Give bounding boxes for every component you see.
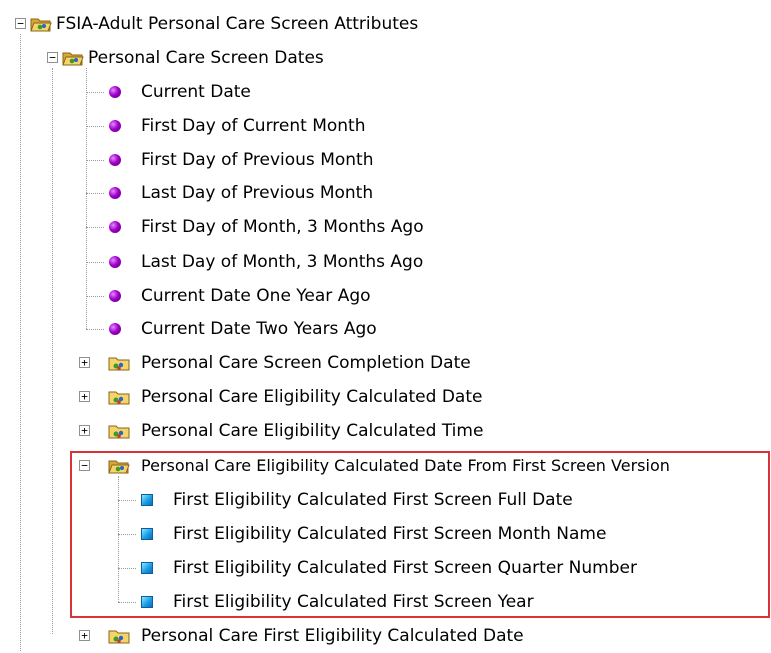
column-square-icon	[141, 562, 153, 574]
tree-node-label: Personal Care Screen Completion Date	[141, 353, 471, 373]
folder-open-icon	[62, 52, 84, 66]
tree-node-eligibility-time[interactable]: + Personal Care Eligibility Calculated T…	[0, 414, 560, 448]
attribute-tree: − FSIA-Adult Personal Care Screen Attrib…	[0, 0, 771, 651]
tree-leaf-attribute[interactable]: First Eligibility Calculated First Scree…	[0, 517, 660, 551]
collapse-toggle[interactable]: −	[47, 52, 58, 63]
folder-closed-icon	[108, 357, 130, 371]
tree-leaf-date[interactable]: Current Date Two Years Ago	[0, 312, 440, 346]
expand-toggle[interactable]: +	[79, 630, 90, 641]
tree-node-label: First Day of Month, 3 Months Ago	[141, 217, 424, 237]
tree-leaf-date[interactable]: First Day of Current Month	[0, 109, 440, 143]
tree-node-dates-folder[interactable]: − Personal Care Screen Dates	[0, 41, 420, 75]
tree-node-label: Current Date One Year Ago	[141, 286, 371, 306]
tree-node-label: Last Day of Previous Month	[141, 183, 374, 203]
attribute-bullet-icon	[109, 290, 121, 302]
collapse-toggle[interactable]: −	[15, 18, 26, 29]
tree-node-label: First Day of Current Month	[141, 116, 366, 136]
tree-node-label: Current Date	[141, 82, 251, 102]
tree-node-label: First Eligibility Calculated First Scree…	[173, 490, 573, 510]
expand-toggle[interactable]: +	[79, 357, 90, 368]
column-square-icon	[141, 494, 153, 506]
tree-node-eligibility-date[interactable]: + Personal Care Eligibility Calculated D…	[0, 380, 560, 414]
tree-node-label: Current Date Two Years Ago	[141, 319, 377, 339]
folder-closed-icon	[108, 425, 130, 439]
attribute-bullet-icon	[109, 187, 121, 199]
tree-node-label: Personal Care Eligibility Calculated Dat…	[141, 387, 483, 407]
tree-leaf-attribute[interactable]: First Eligibility Calculated First Scree…	[0, 483, 660, 517]
attribute-bullet-icon	[109, 86, 121, 98]
tree-node-label: Personal Care Eligibility Calculated Tim…	[141, 421, 484, 441]
attribute-bullet-icon	[109, 154, 121, 166]
attribute-bullet-icon	[109, 120, 121, 132]
tree-leaf-attribute[interactable]: First Eligibility Calculated First Scree…	[0, 551, 700, 585]
tree-node-completion-date[interactable]: + Personal Care Screen Completion Date	[0, 346, 560, 380]
tree-node-root[interactable]: − FSIA-Adult Personal Care Screen Attrib…	[0, 7, 520, 41]
tree-node-label: Last Day of Month, 3 Months Ago	[141, 252, 424, 272]
tree-node-first-eligibility-date[interactable]: + Personal Care First Eligibility Calcul…	[0, 619, 600, 653]
tree-node-label: Personal Care Eligibility Calculated Dat…	[141, 456, 670, 475]
tree-leaf-date[interactable]: First Day of Previous Month	[0, 143, 440, 177]
folder-open-icon	[30, 18, 52, 32]
expand-toggle[interactable]: +	[79, 391, 90, 402]
tree-node-label: First Eligibility Calculated First Scree…	[173, 524, 607, 544]
attribute-bullet-icon	[109, 221, 121, 233]
expand-toggle[interactable]: +	[79, 425, 90, 436]
tree-node-first-screen-version[interactable]: − Personal Care Eligibility Calculated D…	[0, 449, 769, 483]
attribute-bullet-icon	[109, 323, 121, 335]
column-square-icon	[141, 528, 153, 540]
tree-node-label: First Eligibility Calculated First Scree…	[173, 592, 534, 612]
tree-leaf-date[interactable]: Last Day of Previous Month	[0, 176, 440, 210]
tree-node-label: First Eligibility Calculated First Scree…	[173, 558, 637, 578]
tree-node-label: Personal Care First Eligibility Calculat…	[141, 626, 524, 646]
tree-node-label: FSIA-Adult Personal Care Screen Attribut…	[56, 14, 419, 34]
folder-closed-icon	[108, 391, 130, 405]
column-square-icon	[141, 596, 153, 608]
folder-open-icon	[108, 460, 130, 474]
tree-leaf-date[interactable]: First Day of Month, 3 Months Ago	[0, 210, 470, 244]
tree-node-label: First Day of Previous Month	[141, 150, 374, 170]
tree-leaf-attribute[interactable]: First Eligibility Calculated First Scree…	[0, 585, 620, 619]
folder-closed-icon	[108, 630, 130, 644]
tree-node-label: Personal Care Screen Dates	[88, 48, 324, 68]
attribute-bullet-icon	[109, 256, 121, 268]
tree-leaf-date[interactable]: Last Day of Month, 3 Months Ago	[0, 245, 470, 279]
tree-leaf-date[interactable]: Current Date One Year Ago	[0, 279, 440, 313]
tree-leaf-date[interactable]: Current Date	[0, 75, 440, 109]
collapse-toggle[interactable]: −	[79, 460, 90, 471]
